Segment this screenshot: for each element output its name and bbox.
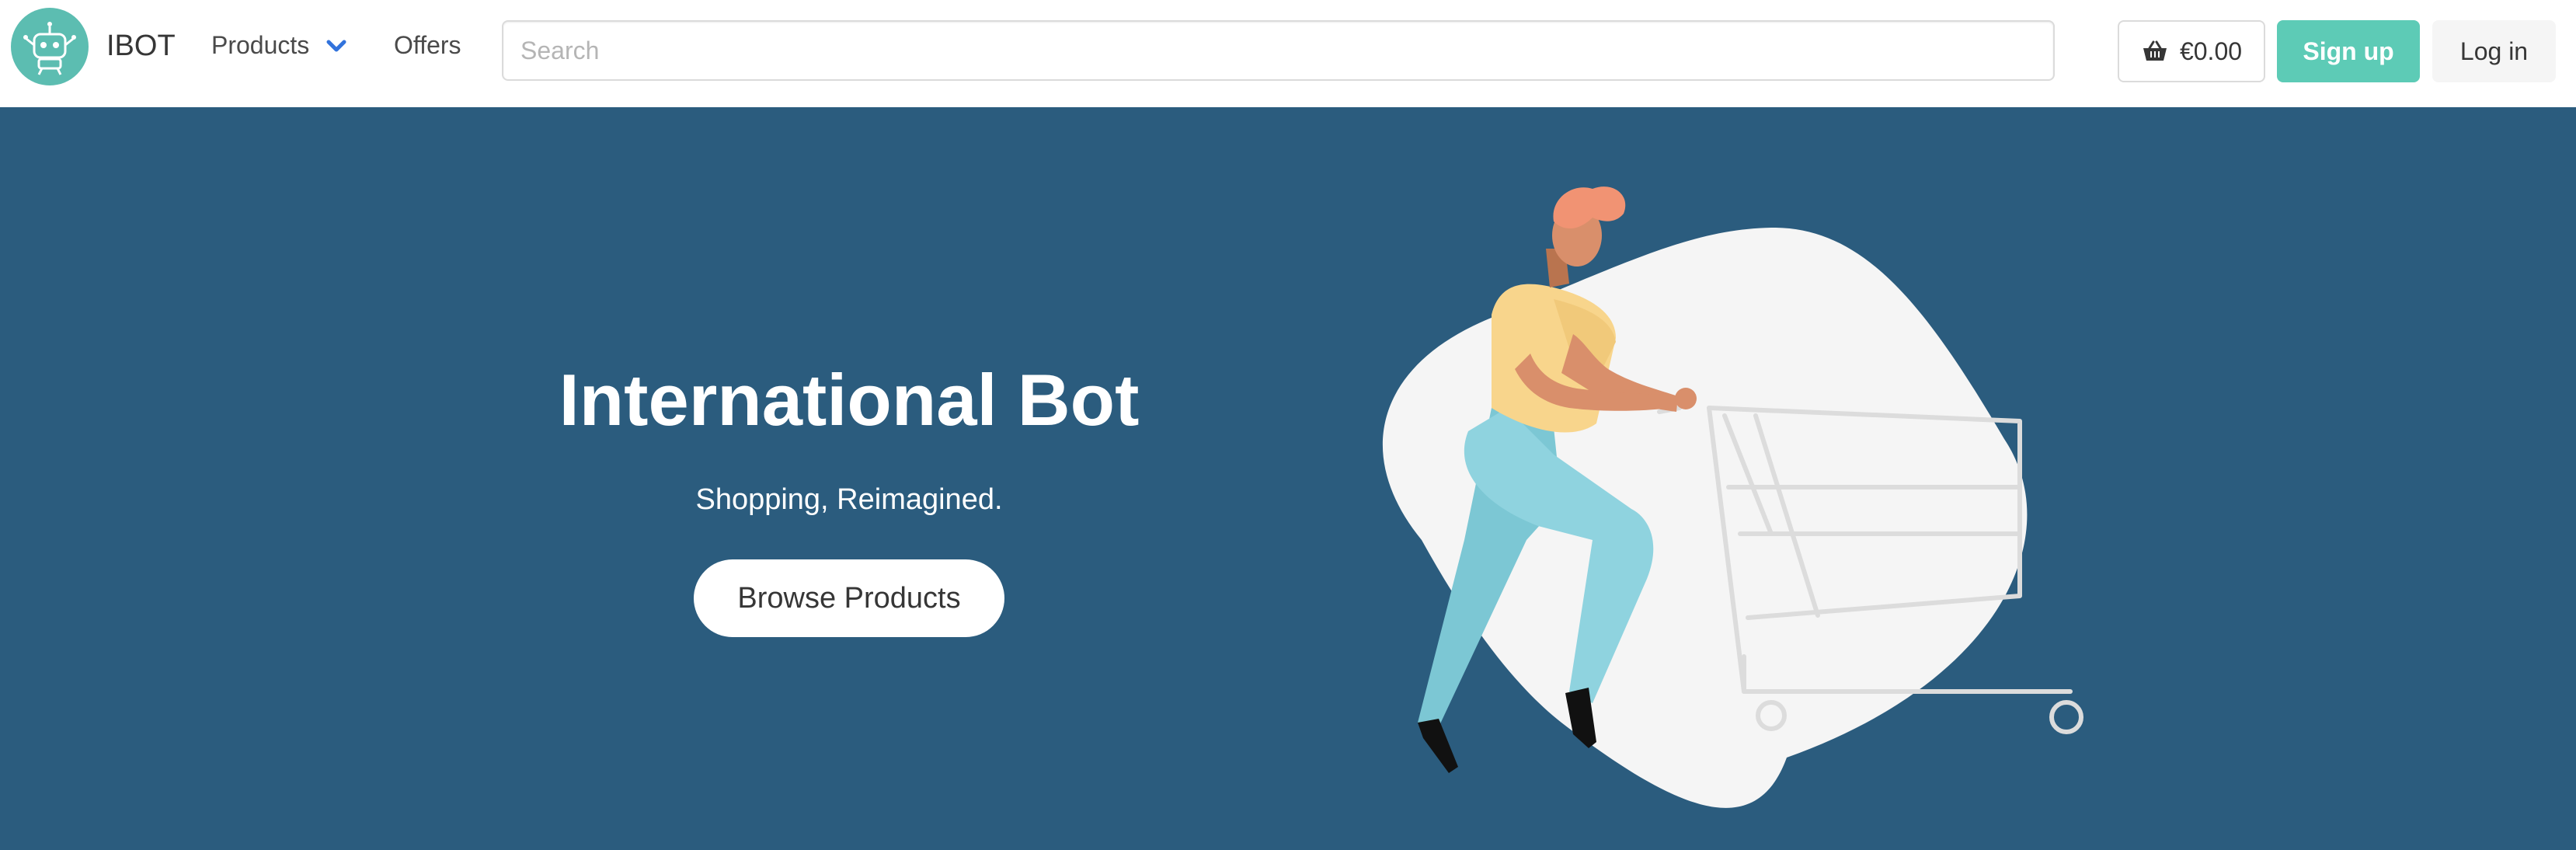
navbar: IBOT Products Offers €0.00 Sign up Log i… xyxy=(0,0,2576,107)
nav-offers-link[interactable]: Offers xyxy=(394,31,461,60)
chevron-down-icon xyxy=(326,40,346,51)
brand-name[interactable]: IBOT xyxy=(106,30,176,63)
hero-subtitle: Shopping, Reimagined. xyxy=(695,483,1003,516)
hero-title-container: International Bot xyxy=(495,357,1203,443)
products-label: Products xyxy=(211,31,310,59)
cart-button[interactable]: €0.00 xyxy=(2118,20,2265,82)
hero-section xyxy=(0,107,2576,850)
hero-title: International Bot xyxy=(559,359,1140,441)
search-input[interactable] xyxy=(502,20,2055,81)
login-button[interactable]: Log in xyxy=(2432,20,2556,82)
signup-button[interactable]: Sign up xyxy=(2277,20,2420,82)
basket-icon xyxy=(2143,40,2167,61)
products-dropdown[interactable]: Products xyxy=(211,31,348,60)
robot-icon[interactable] xyxy=(11,8,89,85)
browse-products-button[interactable]: Browse Products xyxy=(694,559,1004,637)
person-pushing-shopping-cart-illustration xyxy=(1382,186,2083,808)
cart-total: €0.00 xyxy=(2179,37,2243,65)
